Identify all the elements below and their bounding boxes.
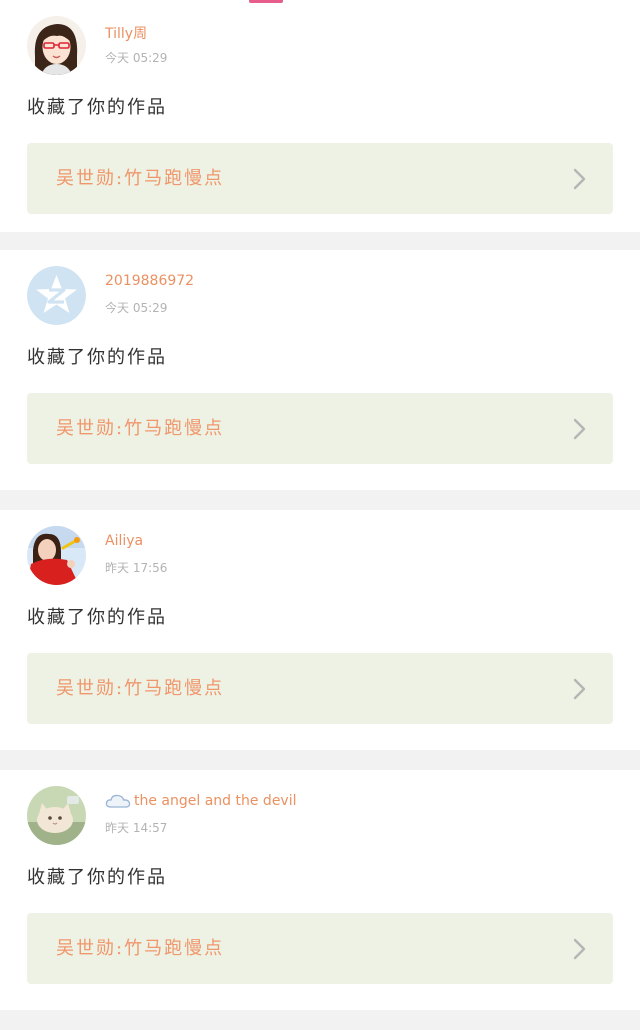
work-title: 吴世勋:竹马跑慢点	[56, 168, 225, 189]
work-link[interactable]: 吴世勋:竹马跑慢点	[27, 393, 613, 464]
username[interactable]: 2019886972	[105, 273, 194, 289]
action-text: 收藏了你的作品	[27, 347, 167, 368]
avatar[interactable]	[27, 266, 86, 325]
action-text: 收藏了你的作品	[27, 867, 167, 888]
cloud-badge-icon	[105, 793, 131, 809]
username[interactable]: Tilly周	[105, 23, 147, 43]
chevron-right-icon	[573, 168, 587, 190]
timestamp: 今天 05:29	[105, 301, 168, 315]
work-link[interactable]: 吴世勋:竹马跑慢点	[27, 143, 613, 214]
chevron-right-icon	[573, 938, 587, 960]
notification-item: Ailiya 昨天 17:56 收藏了你的作品 吴世勋:竹马跑慢点	[0, 510, 640, 750]
work-title: 吴世勋:竹马跑慢点	[56, 678, 225, 699]
cartoon-girl-glasses-avatar	[27, 16, 86, 75]
username[interactable]: Ailiya	[105, 533, 143, 549]
chevron-right-icon	[573, 678, 587, 700]
action-text: 收藏了你的作品	[27, 607, 167, 628]
user-line: Ailiya	[105, 533, 143, 549]
user-line: 2019886972	[105, 273, 194, 289]
notification-item: Tilly周 今天 05:29 收藏了你的作品 吴世勋:竹马跑慢点	[0, 0, 640, 232]
notification-item: the angel and the devil 昨天 14:57 收藏了你的作品…	[0, 770, 640, 1010]
user-line: Tilly周	[105, 23, 147, 43]
username[interactable]: the angel and the devil	[134, 793, 297, 809]
photo-girl-red-avatar	[27, 526, 86, 585]
timestamp: 今天 05:29	[105, 51, 168, 65]
photo-cat-avatar	[27, 786, 86, 845]
timestamp: 昨天 14:57	[105, 821, 168, 835]
default-qq-avatar	[27, 266, 86, 325]
avatar[interactable]	[27, 786, 86, 845]
notification-item: 2019886972 今天 05:29 收藏了你的作品 吴世勋:竹马跑慢点	[0, 250, 640, 490]
avatar[interactable]	[27, 16, 86, 75]
chevron-right-icon	[573, 418, 587, 440]
action-text: 收藏了你的作品	[27, 97, 167, 118]
work-link[interactable]: 吴世勋:竹马跑慢点	[27, 913, 613, 984]
avatar[interactable]	[27, 526, 86, 585]
work-title: 吴世勋:竹马跑慢点	[56, 418, 225, 439]
user-line: the angel and the devil	[105, 793, 297, 809]
active-tab-indicator	[249, 0, 283, 3]
notification-feed: Tilly周 今天 05:29 收藏了你的作品 吴世勋:竹马跑慢点 201988…	[0, 0, 640, 1030]
work-title: 吴世勋:竹马跑慢点	[56, 938, 225, 959]
work-link[interactable]: 吴世勋:竹马跑慢点	[27, 653, 613, 724]
timestamp: 昨天 17:56	[105, 561, 168, 575]
